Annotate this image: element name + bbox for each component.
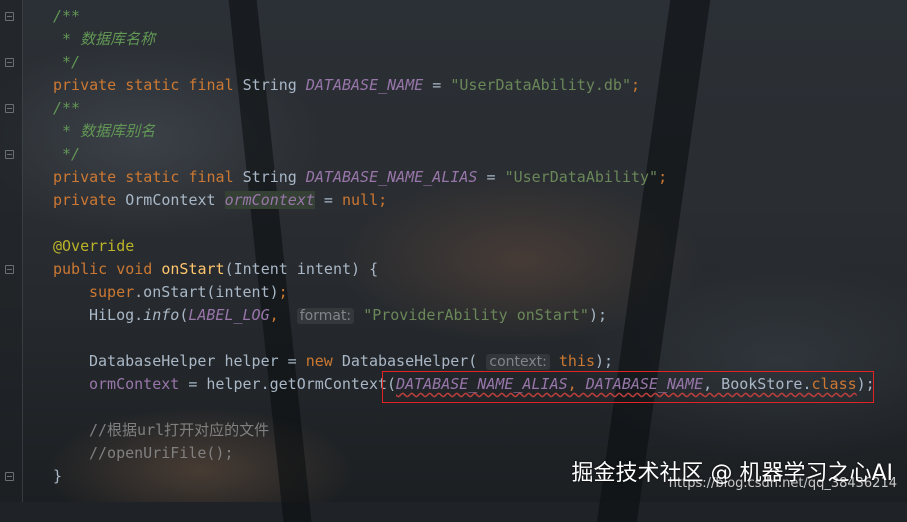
code-line: private OrmContext ormContext = null;: [53, 191, 388, 209]
code-line: /**: [53, 99, 81, 117]
code-line: super.onStart(intent);: [89, 283, 288, 301]
code-line: private static final String DATABASE_NAM…: [53, 168, 668, 186]
fold-icon[interactable]: [5, 104, 14, 113]
code-line: //根据url打开对应的文件: [89, 421, 270, 439]
fold-icon[interactable]: [5, 12, 14, 21]
code-line: private static final String DATABASE_NAM…: [53, 76, 641, 94]
code-line: * 数据库别名: [53, 122, 156, 140]
code-line: * 数据库名称: [53, 30, 156, 48]
parameter-hint: context:: [486, 354, 550, 370]
code-line: public void onStart(Intent intent) {: [53, 260, 379, 278]
code-line: /**: [53, 7, 81, 25]
watermark-url: https://blog.csdn.net/qq_38436214: [668, 476, 897, 491]
editor-gutter: [0, 0, 23, 502]
fold-icon[interactable]: [5, 265, 14, 274]
fold-icon[interactable]: [5, 58, 14, 67]
code-line: HiLog.info(LABEL_LOG, format: "ProviderA…: [89, 306, 608, 324]
code-line: */: [53, 53, 81, 71]
code-line: DatabaseHelper helper = new DatabaseHelp…: [89, 352, 614, 370]
highlighted-field: ormContext: [224, 191, 315, 209]
fold-icon[interactable]: [5, 150, 14, 159]
code-editor[interactable]: /** * 数据库名称 */ private static final Stri…: [53, 5, 875, 488]
highlight-box: [382, 371, 874, 403]
code-line: */: [53, 145, 81, 163]
fold-icon[interactable]: [5, 472, 14, 481]
parameter-hint: format:: [296, 308, 355, 324]
code-line: @Override: [53, 237, 135, 255]
